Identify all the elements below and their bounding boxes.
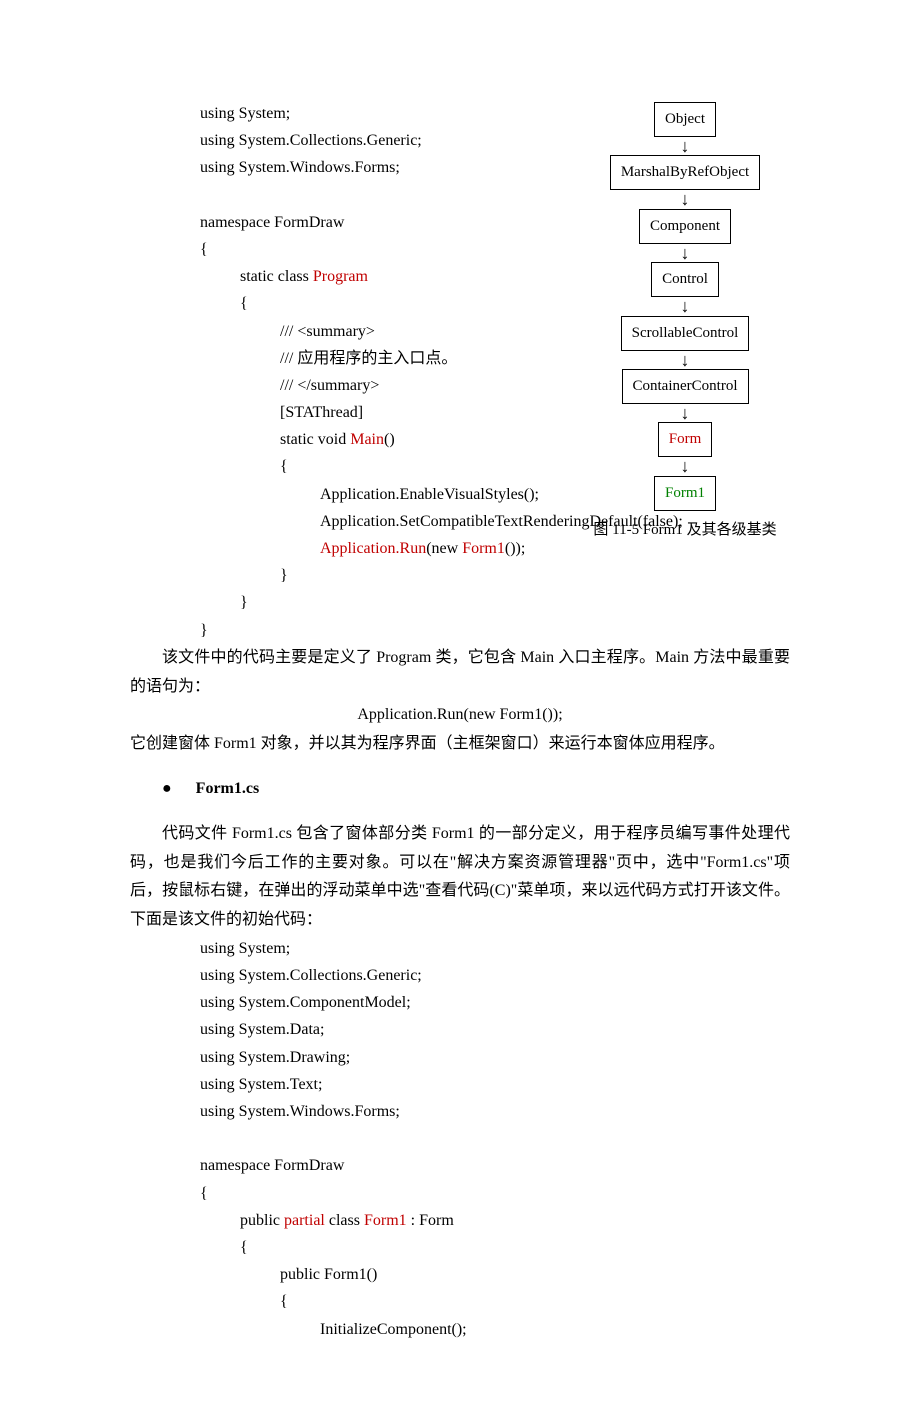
code-line: InitializeComponent(); [200, 1316, 790, 1343]
diagram-node-form1: Form1 [654, 476, 716, 511]
code-line [200, 1125, 790, 1152]
form1-cs-code: using System; using System.Collections.G… [200, 935, 790, 1343]
class-hierarchy-diagram: Object ↓ MarshalByRefObject ↓ Component … [580, 100, 790, 544]
paragraph: 该文件中的代码主要是定义了 Program 类，它包含 Main 入口主程序。M… [130, 644, 790, 702]
code-line: { [200, 1180, 790, 1207]
code-line: public partial class Form1 : Form [200, 1207, 790, 1234]
code-line: namespace FormDraw [200, 1152, 790, 1179]
paragraph: 它创建窗体 Form1 对象，并以其为程序界面（主框架窗口）来运行本窗体应用程序… [130, 730, 790, 759]
code-line: using System.Windows.Forms; [200, 1098, 790, 1125]
arrow-down-icon: ↓ [580, 246, 790, 260]
top-section: Object ↓ MarshalByRefObject ↓ Component … [130, 100, 790, 644]
code-line: { [200, 1234, 790, 1261]
code-line: } [200, 589, 790, 616]
code-line: using System.Text; [200, 1071, 790, 1098]
arrow-down-icon: ↓ [580, 299, 790, 313]
diagram-node-control: Control [651, 262, 719, 297]
code-line: using System.ComponentModel; [200, 989, 790, 1016]
diagram-node-marshalbyref: MarshalByRefObject [610, 155, 760, 190]
code-line: using System.Data; [200, 1016, 790, 1043]
diagram-node-object: Object [654, 102, 716, 137]
code-line: } [200, 617, 790, 644]
bullet-heading: Form1.cs [162, 775, 790, 804]
diagram-node-container: ContainerControl [622, 369, 749, 404]
arrow-down-icon: ↓ [580, 406, 790, 420]
code-line: using System; [200, 935, 790, 962]
arrow-down-icon: ↓ [580, 353, 790, 367]
code-line: public Form1() [200, 1261, 790, 1288]
diagram-node-component: Component [639, 209, 731, 244]
arrow-down-icon: ↓ [580, 139, 790, 153]
arrow-down-icon: ↓ [580, 192, 790, 206]
diagram-node-scrollable: ScrollableControl [621, 316, 750, 351]
diagram-node-form: Form [658, 422, 713, 457]
code-line: } [200, 562, 790, 589]
diagram-caption: 图 11-5 Form1 及其各级基类 [580, 517, 790, 544]
code-snippet: Application.Run(new Form1()); [130, 701, 790, 730]
arrow-down-icon: ↓ [580, 459, 790, 473]
code-line: using System.Collections.Generic; [200, 962, 790, 989]
paragraph: 代码文件 Form1.cs 包含了窗体部分类 Form1 的一部分定义，用于程序… [130, 820, 790, 935]
code-line: using System.Drawing; [200, 1044, 790, 1071]
